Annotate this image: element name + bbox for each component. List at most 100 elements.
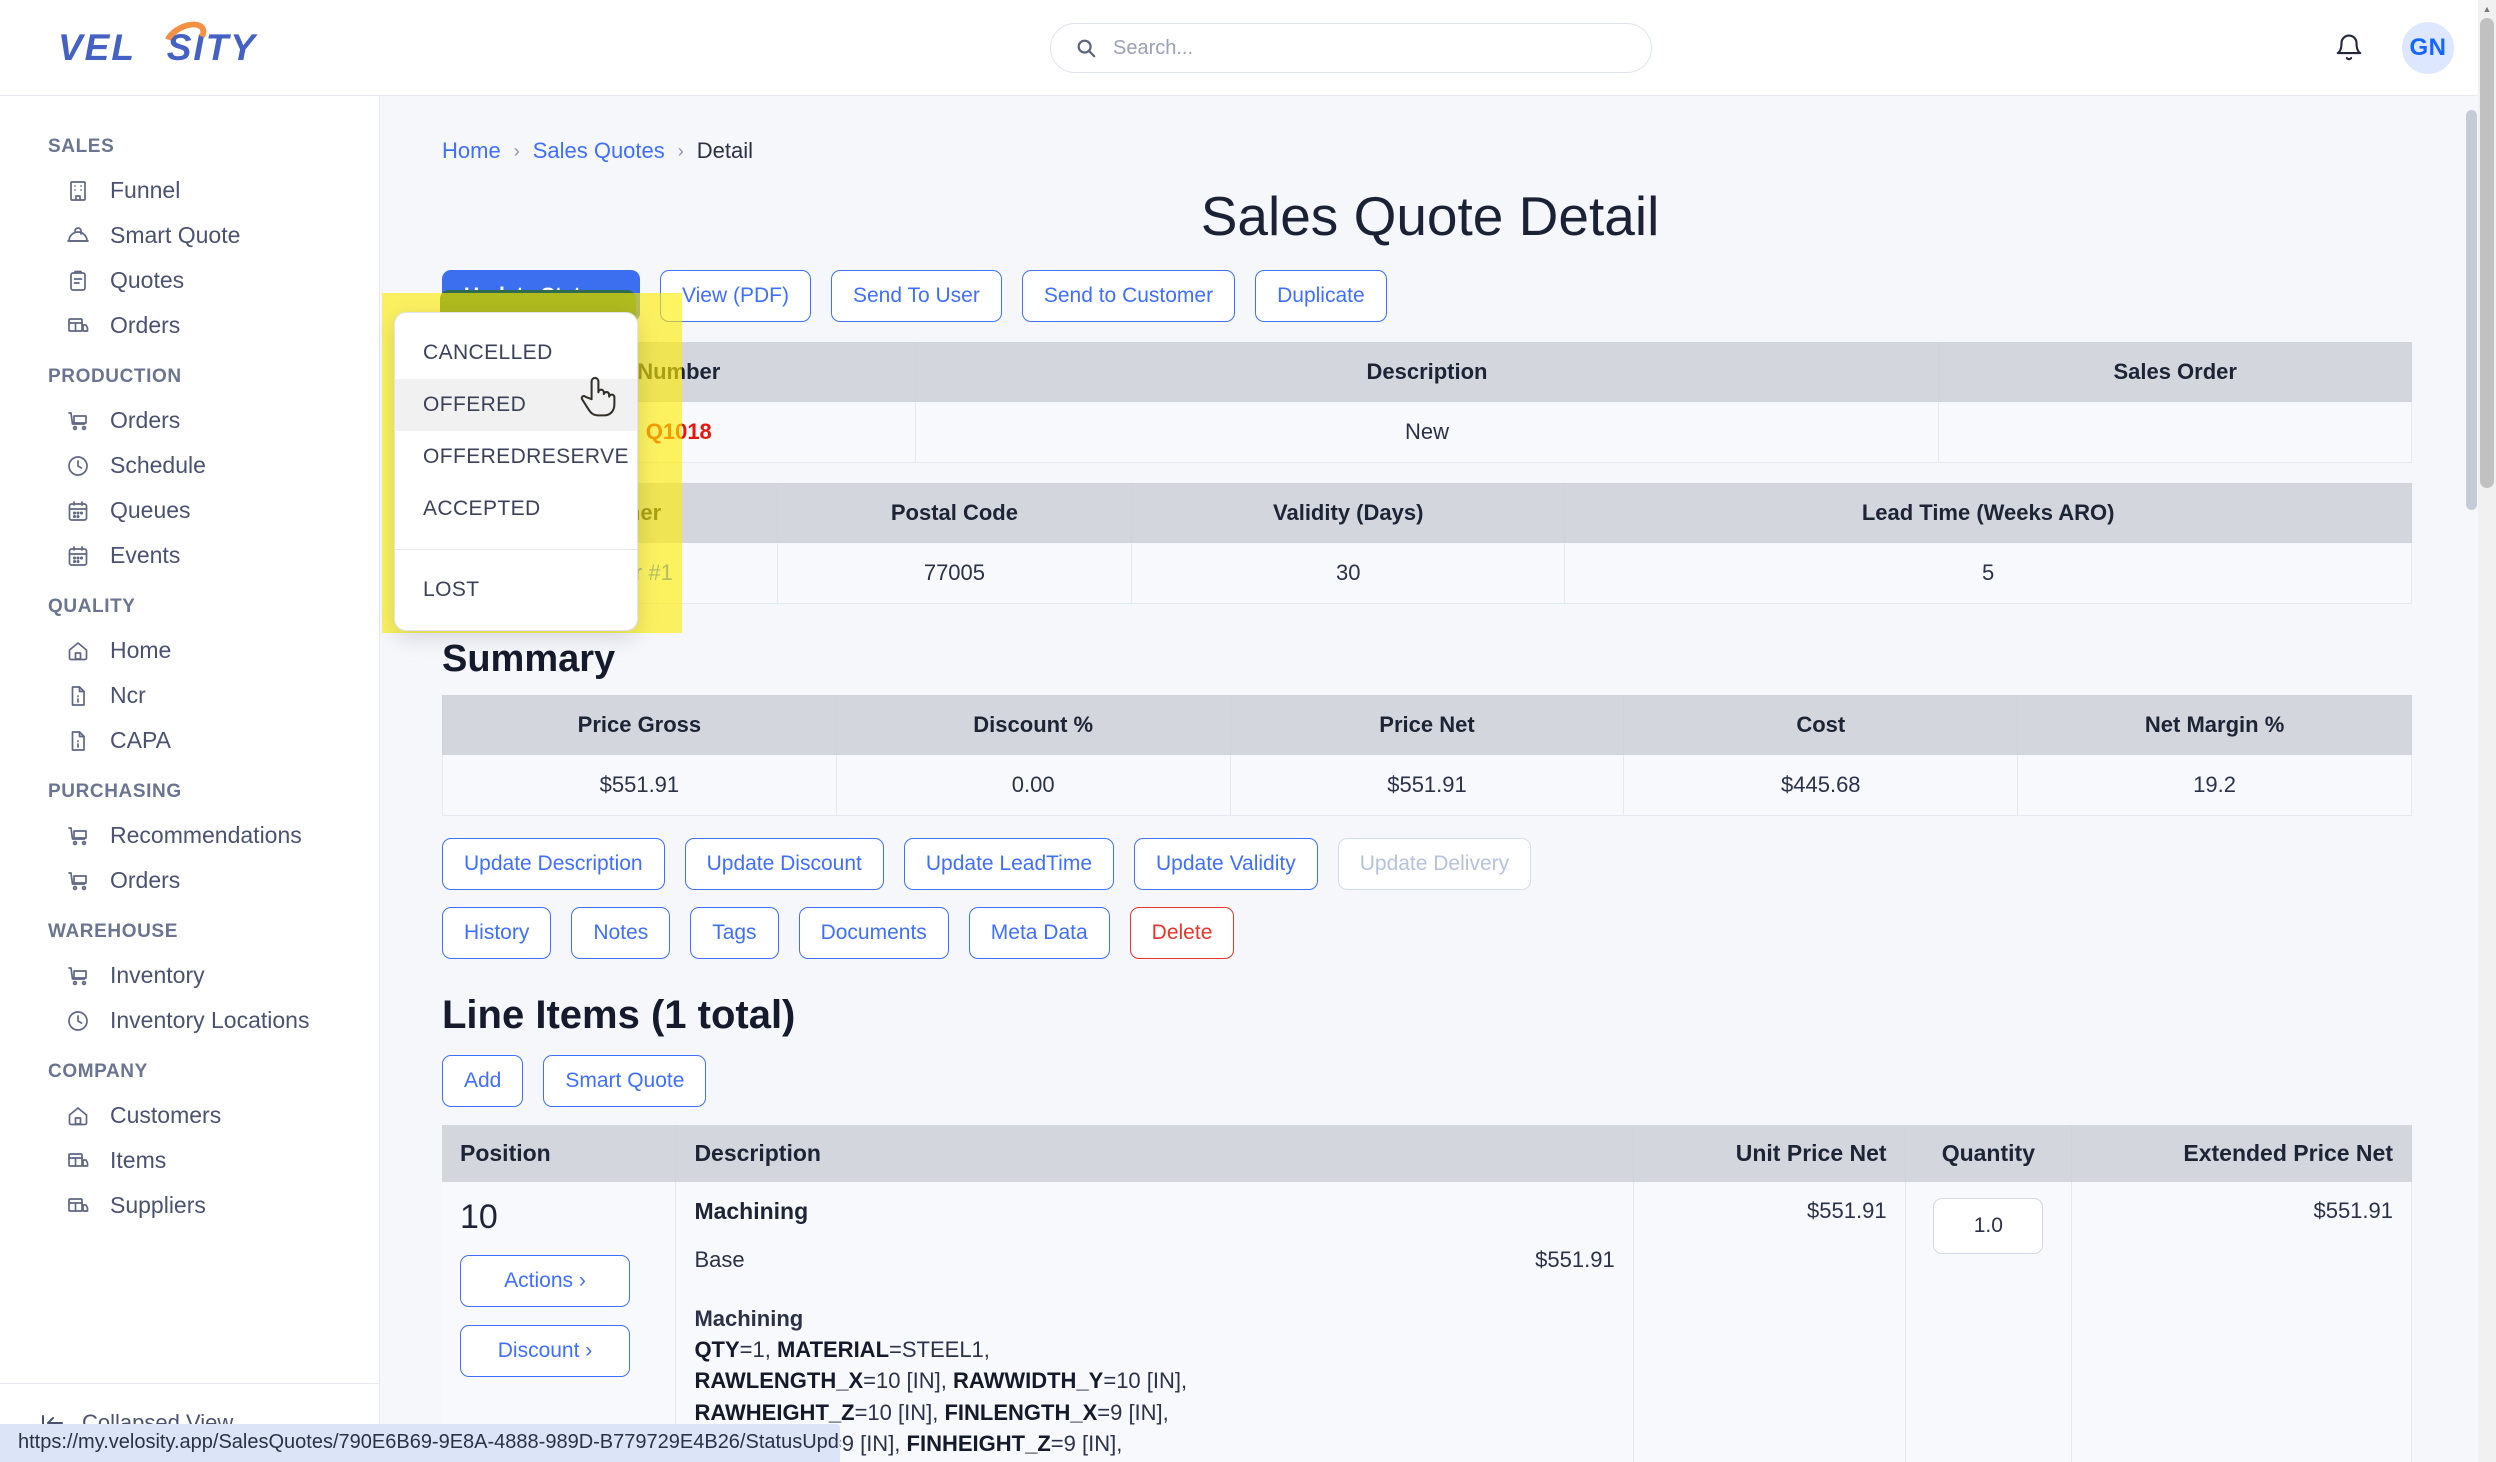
update-delivery-button: Update Delivery	[1337, 838, 1532, 890]
sidebar-item-inventory-locations[interactable]: Inventory Locations	[0, 998, 379, 1043]
sidebar-item-orders[interactable]: Orders	[0, 398, 379, 443]
clock-icon	[68, 1010, 88, 1031]
send-to-user-button[interactable]: Send To User	[830, 270, 1002, 322]
avatar[interactable]: GN	[2402, 22, 2454, 74]
sidebar-item-home[interactable]: Home	[0, 628, 379, 673]
scrollbar-thumb[interactable]	[2480, 18, 2494, 488]
breadcrumb-item-sales-quotes[interactable]: Sales Quotes	[533, 138, 665, 164]
update-leadtime-button[interactable]: Update LeadTime	[903, 838, 1115, 890]
document-icon	[66, 684, 90, 708]
cell-extended-price-net: $551.91	[2071, 1182, 2412, 1462]
dropdown-item-offered[interactable]: OFFERED	[395, 379, 637, 431]
sidebar-item-funnel[interactable]: Funnel	[0, 168, 379, 213]
grid-icon	[66, 314, 90, 338]
dropdown-item-lost[interactable]: LOST	[395, 564, 637, 616]
sidebar-item-items[interactable]: Items	[0, 1138, 379, 1183]
spec-title: Machining	[694, 1306, 804, 1331]
cell-quantity	[1905, 1182, 2073, 1462]
base-price: $551.91	[1535, 1247, 1615, 1272]
sidebar-item-quotes[interactable]: Quotes	[0, 258, 379, 303]
building-icon	[66, 179, 90, 203]
top-bar-right: GN	[2334, 0, 2454, 96]
duplicate-button[interactable]: Duplicate	[1255, 270, 1387, 322]
position-number: 10	[460, 1198, 498, 1236]
grid-icon	[68, 1152, 89, 1167]
document-icon	[66, 729, 90, 753]
sidebar-item-smart-quote[interactable]: Smart Quote	[0, 213, 379, 258]
sidebar-item-inventory[interactable]: Inventory	[0, 953, 379, 998]
line-items-table: Position Description Unit Price Net Quan…	[442, 1125, 2412, 1462]
scroll-up-arrow-icon[interactable]: ▲	[2478, 0, 2496, 18]
table-row: Q1018 New	[442, 401, 2412, 463]
line-item-actions-button[interactable]: Actions ›	[460, 1255, 630, 1307]
cell-sales-order	[1938, 401, 2412, 463]
line-items-actions: Add Smart Quote	[380, 1038, 2480, 1107]
search-input[interactable]: Search...	[1050, 23, 1652, 73]
cell-postal-code: 77005	[776, 542, 1133, 604]
sidebar-item-capa[interactable]: CAPA	[0, 718, 379, 763]
table-header-row: Position Description Unit Price Net Quan…	[442, 1125, 2412, 1182]
building-icon	[70, 180, 86, 201]
hardhat-icon	[66, 224, 90, 248]
view-pdf-button[interactable]: View (PDF)	[660, 270, 811, 322]
sidebar-item-label: Funnel	[110, 177, 181, 203]
sidebar-item-customers[interactable]: Customers	[0, 1093, 379, 1138]
sidebar-item-orders[interactable]: Orders	[0, 858, 379, 903]
history-button[interactable]: History	[442, 907, 552, 959]
cart-icon	[68, 871, 87, 890]
send-to-customer-button[interactable]: Send to Customer	[1021, 270, 1236, 322]
spec-line: RAWLENGTH_X=10 [IN], RAWWIDTH_Y=10 [IN],	[694, 1368, 1188, 1394]
add-line-item-button[interactable]: Add	[442, 1055, 524, 1107]
tags-button[interactable]: Tags	[690, 907, 779, 959]
sidebar-item-label: Inventory	[110, 962, 205, 988]
delete-button[interactable]: Delete	[1129, 907, 1235, 959]
browser-scrollbar[interactable]: ▲	[2478, 0, 2496, 1462]
sidebar-item-events[interactable]: Events	[0, 533, 379, 578]
cell-lead-time: 5	[1564, 542, 2412, 604]
summary-heading: Summary	[442, 638, 616, 680]
sidebar-item-orders[interactable]: Orders	[0, 303, 379, 348]
breadcrumb-item-home[interactable]: Home	[442, 138, 501, 164]
update-validity-button[interactable]: Update Validity	[1134, 838, 1318, 890]
sidebar-item-label: Items	[110, 1147, 167, 1173]
dropdown-item-cancelled[interactable]: CANCELLED	[395, 327, 637, 379]
breadcrumb-separator: ›	[677, 140, 684, 161]
col-li-description: Description	[675, 1125, 1634, 1182]
quantity-input[interactable]	[1933, 1198, 2044, 1254]
dropdown-item-offeredreserve[interactable]: OFFEREDRESERVE	[395, 431, 637, 483]
sidebar-item-queues[interactable]: Queues	[0, 488, 379, 533]
sidebar-item-label: Quotes	[110, 267, 185, 293]
col-price-gross: Price Gross	[442, 695, 837, 755]
sidebar-item-label: Orders	[110, 312, 181, 338]
cart-icon	[66, 824, 90, 848]
bell-icon[interactable]	[2334, 33, 2364, 63]
hardhat-icon	[67, 226, 89, 242]
sidebar-item-recommendations[interactable]: Recommendations	[0, 813, 379, 858]
cell-cost: $445.68	[1623, 754, 2019, 816]
grid-icon	[68, 317, 89, 332]
table-header-row: Customer Postal Code Validity (Days) Lea…	[442, 483, 2412, 543]
sidebar-item-ncr[interactable]: Ncr	[0, 673, 379, 718]
quote-summary-table: Number Description Sales Order Q1018 New	[442, 342, 2412, 463]
sidebar-section-title: PRODUCTION	[48, 366, 182, 387]
line-item-discount-button[interactable]: Discount ›	[460, 1325, 630, 1377]
sidebar-section-title: COMPANY	[48, 1061, 148, 1082]
sidebar-item-schedule[interactable]: Schedule	[0, 443, 379, 488]
cell-position: 10 Actions › Discount ›	[442, 1182, 677, 1462]
notes-button[interactable]: Notes	[571, 907, 671, 959]
sidebar-item-suppliers[interactable]: Suppliers	[0, 1183, 379, 1228]
meta-buttons-row: History Notes Tags Documents Meta Data Delete	[380, 890, 2480, 959]
update-discount-button[interactable]: Update Discount	[684, 838, 884, 890]
documents-button[interactable]: Documents	[798, 907, 949, 959]
app-logo[interactable]: VELOSITY	[0, 14, 380, 74]
calendar-icon	[68, 500, 88, 521]
sidebar-item-label: Inventory Locations	[110, 1007, 310, 1033]
update-description-button[interactable]: Update Description	[442, 838, 665, 890]
dropdown-item-accepted[interactable]: ACCEPTED	[395, 483, 637, 535]
search-placeholder: Search...	[1113, 36, 1194, 59]
page-title: Sales Quote Detail	[1200, 185, 1660, 247]
smart-quote-button[interactable]: Smart Quote	[543, 1055, 707, 1107]
meta-data-button[interactable]: Meta Data	[968, 907, 1110, 959]
home-icon	[68, 1106, 88, 1125]
content-scrollbar-thumb[interactable]	[2466, 110, 2477, 510]
